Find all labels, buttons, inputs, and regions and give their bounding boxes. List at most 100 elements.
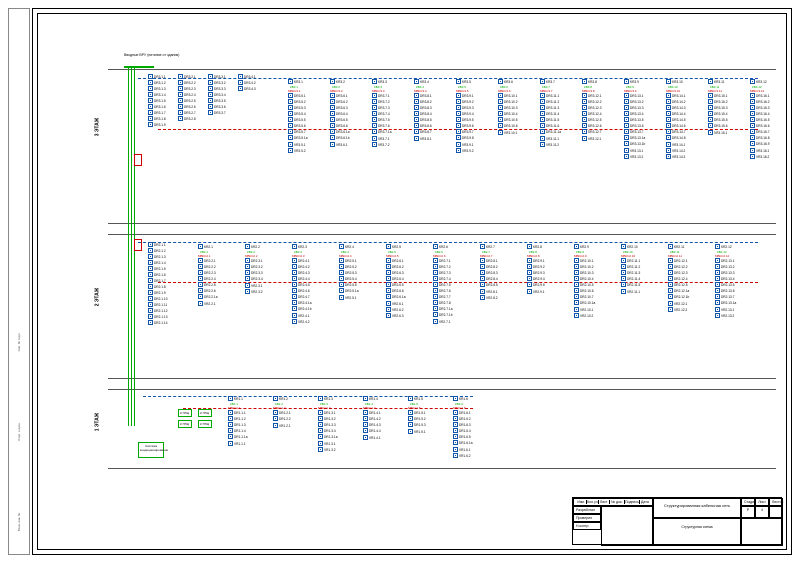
node-label: DR3.16.1 xyxy=(756,94,769,98)
dr-node: DR2.1.9 xyxy=(148,290,167,295)
node-label: DR1.3.2 xyxy=(324,417,336,421)
dr-node: DR3.11.1 xyxy=(540,93,561,98)
socket-icon xyxy=(540,129,545,134)
node-label: DR3.7.2 xyxy=(378,100,390,104)
socket-icon xyxy=(318,428,323,433)
tb-stage: Р xyxy=(741,506,755,518)
dr-stack: DR3.3.1DR3.3.2DR3.3.3DR3.3.4DR3.3.5DR3.3… xyxy=(208,74,226,116)
node-label: VR2.6.3 xyxy=(392,314,404,318)
socket-icon xyxy=(624,93,629,98)
socket-icon xyxy=(456,123,461,128)
socket-icon xyxy=(527,258,532,263)
dr-node: DR3.8.3 xyxy=(414,105,432,110)
tb-sign-area xyxy=(601,506,653,546)
socket-icon xyxy=(414,129,419,134)
kr-label: KR3.8 xyxy=(588,80,597,84)
node-label: DR2.6.3 xyxy=(392,271,404,275)
socket-icon xyxy=(453,434,458,439)
dr-node: DR2.1.13 xyxy=(148,314,167,319)
dr-node: DR3.5.6 xyxy=(288,123,307,128)
node-label: DR3.13.6 xyxy=(630,124,643,128)
node-label: DR2.4.2 xyxy=(298,265,310,269)
socket-icon xyxy=(372,93,377,98)
kr-head: KR1.6 xyxy=(453,396,472,401)
dr-node: DR3.11.1a xyxy=(540,129,561,134)
node-label: VR2.2.1 xyxy=(204,302,216,306)
dr-node: DR2.1.5 xyxy=(148,266,167,271)
node-label: DR3.9.1 xyxy=(462,94,474,98)
dr-node: DR2.7.6 xyxy=(433,288,452,293)
dr-node: DR3.14.7 xyxy=(666,129,685,134)
socket-icon xyxy=(527,289,532,294)
socket-icon xyxy=(433,264,438,269)
socket-icon xyxy=(148,296,153,301)
socket-icon xyxy=(750,117,755,122)
panel-icon xyxy=(386,244,391,249)
kr-head: KR3.9 xyxy=(624,79,645,84)
vr-sub: VR1.4.1 xyxy=(363,435,381,440)
dr-node: DR3.13.4 xyxy=(624,111,645,116)
node-label: DR2.8.2 xyxy=(486,265,498,269)
socket-icon xyxy=(148,116,153,121)
node-label: DR3.3.1 xyxy=(214,75,226,79)
node-label: DR2.2.5 xyxy=(204,283,216,287)
node-label: DR3.14.7 xyxy=(672,130,685,134)
dr-node: DR2.3.1 xyxy=(245,258,263,263)
socket-icon xyxy=(453,410,458,415)
socket-icon xyxy=(480,289,485,294)
socket-icon xyxy=(540,136,545,141)
node-label: VR3.16.2 xyxy=(756,155,769,159)
dr-node: DR2.6.3 xyxy=(386,270,405,275)
ups-box-2: К ГРЩ xyxy=(178,420,192,428)
socket-icon xyxy=(148,308,153,313)
vr-node: VR2.5.1 xyxy=(339,295,358,300)
kr-head: KR2.10 xyxy=(621,244,640,249)
socket-icon xyxy=(148,266,153,271)
vr-node: VR3.14.3 xyxy=(666,154,685,159)
vr-node: VR3.8.1 xyxy=(414,136,432,141)
socket-icon xyxy=(148,110,153,115)
dr-node: DR3.14.8 xyxy=(666,135,685,140)
socket-icon xyxy=(198,270,203,275)
dr-node: DR2.2.1a xyxy=(198,294,217,299)
socket-icon xyxy=(750,99,755,104)
socket-icon xyxy=(330,105,335,110)
node-label: DR3.11.1a xyxy=(546,130,561,134)
node-label: DR2.5.2 xyxy=(345,265,357,269)
socket-icon xyxy=(292,282,297,287)
tb-h-4: № док. xyxy=(610,500,625,504)
socket-icon xyxy=(433,300,438,305)
socket-icon xyxy=(372,142,377,147)
panel-icon xyxy=(330,79,335,84)
dr-node: DR2.8.4 xyxy=(480,276,498,281)
node-label: DR3.2.4 xyxy=(184,93,196,97)
socket-icon xyxy=(292,264,297,269)
node-label: DR2.3.1 xyxy=(251,259,263,263)
node-label: VR3.6.1 xyxy=(336,143,348,147)
kr-group: KR1.1КВ1.1МВКС1.1DR1.1.1DR1.1.2DR1.1.3DR… xyxy=(228,396,247,447)
node-label: DR2.7.6 xyxy=(439,289,451,293)
dr-node: DR1.3.1a xyxy=(318,434,337,439)
node-label: DR2.9.5 xyxy=(533,283,545,287)
kr-group: KR3.12КВ3.12МВКС3.12DR3.16.1DR3.16.2DR3.… xyxy=(750,79,769,160)
kr-head: KR1.2 xyxy=(273,396,291,401)
dr-node: DR1.5.2 xyxy=(408,416,426,421)
kr-label: KR2.3 xyxy=(298,245,307,249)
node-label: DR2.5.4 xyxy=(345,277,357,281)
floor-2-label: 2 ЭТАЖ xyxy=(94,288,100,307)
panel-icon xyxy=(273,396,278,401)
kr-label: KR2.11 xyxy=(674,245,684,249)
node-label: DR3.2.7 xyxy=(184,111,196,115)
socket-icon xyxy=(288,135,293,140)
node-label: DR3.7.6 xyxy=(378,124,390,128)
vr-sub: VR3.6.1 xyxy=(330,142,349,147)
dr-node: DR2.7.4 xyxy=(433,276,452,281)
node-label: VR1.3.1 xyxy=(324,442,336,446)
node-label: DR3.10.4 xyxy=(504,112,517,116)
tb-sheets xyxy=(769,506,783,518)
node-label: DR3.12.3 xyxy=(588,106,601,110)
socket-icon xyxy=(574,300,579,305)
node-label: DR3.3.4 xyxy=(214,93,226,97)
socket-icon xyxy=(318,416,323,421)
vr-node: VR1.5.1 xyxy=(408,429,426,434)
